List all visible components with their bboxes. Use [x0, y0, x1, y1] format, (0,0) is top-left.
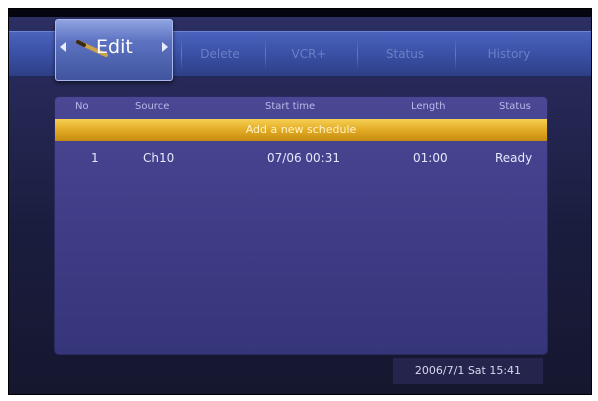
tab-separator — [181, 38, 182, 70]
table-header: No Source Start time Length Status — [55, 101, 547, 117]
column-header-source: Source — [135, 101, 170, 112]
tab-separator — [455, 38, 456, 70]
tv-display: Delete VCR+ Status History Edit No Sourc… — [9, 17, 591, 394]
arrow-right-icon[interactable] — [162, 42, 168, 52]
tab-edit-label: Edit — [96, 36, 133, 58]
tab-separator — [357, 38, 358, 70]
tv-screen: Delete VCR+ Status History Edit No Sourc… — [8, 8, 592, 395]
cell-start-time: 07/06 00:31 — [267, 151, 340, 165]
tab-edit[interactable]: Edit — [55, 19, 173, 81]
tab-delete[interactable]: Delete — [187, 32, 253, 76]
cell-length: 01:00 — [413, 151, 448, 165]
column-header-status: Status — [499, 101, 531, 112]
cell-status: Ready — [495, 151, 533, 165]
tab-history[interactable]: History — [461, 32, 557, 76]
tab-separator — [265, 38, 266, 70]
arrow-left-icon[interactable] — [60, 42, 66, 52]
cell-source: Ch10 — [143, 151, 175, 165]
add-new-schedule-row[interactable]: Add a new schedule — [55, 119, 547, 141]
table-row[interactable]: 1 Ch10 07/06 00:31 01:00 Ready — [55, 151, 547, 169]
cell-no: 1 — [91, 151, 99, 165]
column-header-no: No — [75, 101, 89, 112]
date-time-display: 2006/7/1 Sat 15:41 — [393, 358, 543, 384]
tab-status[interactable]: Status — [363, 32, 447, 76]
tab-vcr-plus[interactable]: VCR+ — [271, 32, 347, 76]
schedule-panel: No Source Start time Length Status Add a… — [55, 97, 547, 354]
column-header-start-time: Start time — [265, 101, 316, 112]
column-header-length: Length — [411, 101, 446, 112]
